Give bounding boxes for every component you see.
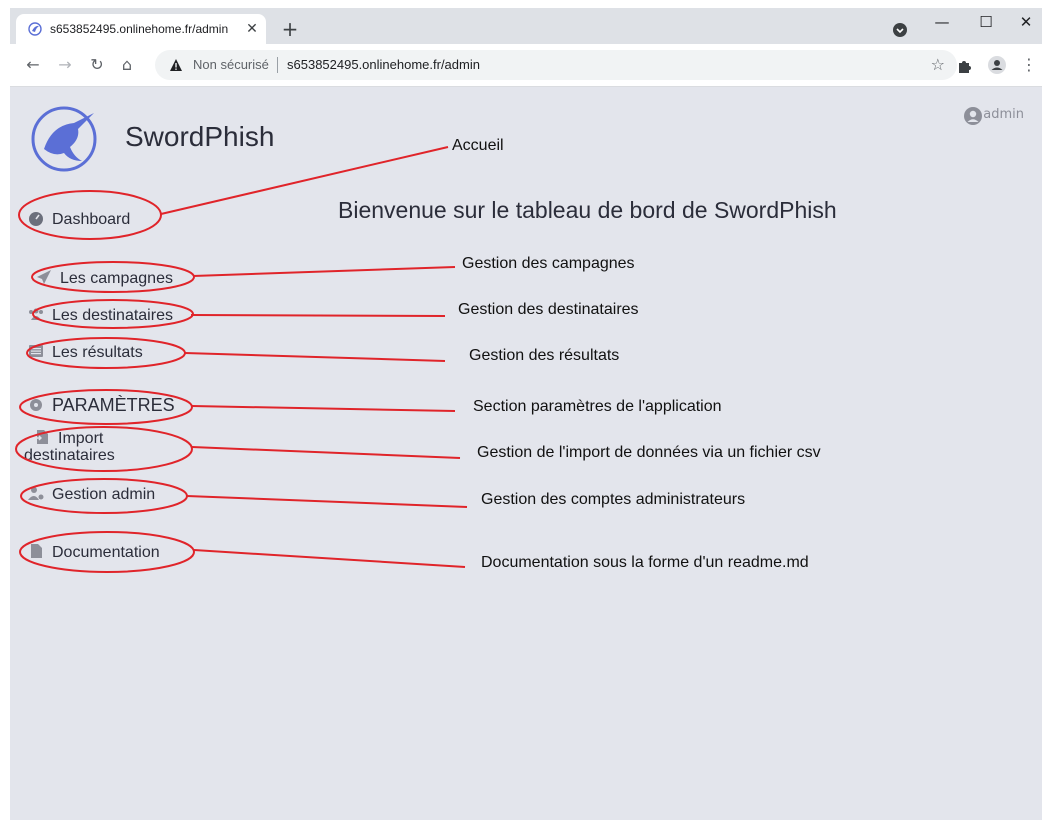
profile-avatar-icon[interactable] xyxy=(988,56,1006,74)
swordfish-logo-icon xyxy=(31,106,97,172)
paper-plane-icon xyxy=(37,270,51,284)
tab-search-icon[interactable] xyxy=(893,23,907,37)
annotation-settings: Section paramètres de l'application xyxy=(473,398,722,415)
users-icon xyxy=(29,308,43,320)
sidebar-item-label: Import xyxy=(58,430,104,447)
minimize-button[interactable]: — xyxy=(920,8,964,38)
sidebar-item-label: Les résultats xyxy=(52,344,143,361)
reload-icon[interactable]: ↻ xyxy=(86,54,108,76)
browser-toolbar: ← → ↻ ⌂ Non sécurisé s653852495.onlineho… xyxy=(10,44,1042,87)
sidebar-item-import[interactable]: Import destinataires xyxy=(24,429,115,464)
forward-arrow-icon[interactable]: → xyxy=(54,54,76,76)
annotation-campaigns: Gestion des campagnes xyxy=(462,255,635,272)
close-window-button[interactable]: ✕ xyxy=(1004,8,1042,38)
annotation-results: Gestion des résultats xyxy=(469,347,620,364)
browser-tab-strip: s653852495.onlinehome.fr/admin ✕ + — ☐ ✕ xyxy=(10,8,1042,44)
page-title: Bienvenue sur le tableau de bord de Swor… xyxy=(338,197,837,223)
sidebar-item-label: Les campagnes xyxy=(60,270,173,287)
gauge-icon xyxy=(29,212,43,226)
annotation-dashboard: Accueil xyxy=(452,137,504,154)
annotation-admin: Gestion des comptes administrateurs xyxy=(481,491,746,508)
tab-title: s653852495.onlinehome.fr/admin xyxy=(50,22,229,36)
page-content: SwordPhish admin Bienvenue sur le tablea… xyxy=(10,87,1042,820)
sidebar-section-label: PARAMÈTRES xyxy=(52,395,175,415)
address-separator xyxy=(277,57,278,73)
sidebar-item-documentation[interactable]: Documentation xyxy=(28,543,160,562)
tab-close-icon[interactable]: ✕ xyxy=(242,19,262,39)
address-bar[interactable]: Non sécurisé s653852495.onlinehome.fr/ad… xyxy=(155,50,957,80)
user-name[interactable]: admin xyxy=(983,107,1024,122)
sidebar-item-results[interactable]: Les résultats xyxy=(28,343,143,362)
file-import-icon xyxy=(35,430,48,444)
sidebar-item-admin[interactable]: Gestion admin xyxy=(28,485,155,504)
back-arrow-icon[interactable]: ← xyxy=(22,54,44,76)
browser-menu-icon[interactable]: ⋮ xyxy=(1018,54,1040,76)
home-icon[interactable]: ⌂ xyxy=(116,54,138,76)
not-secure-label: Non sécurisé xyxy=(193,57,269,72)
browser-tab[interactable]: s653852495.onlinehome.fr/admin ✕ xyxy=(16,14,266,44)
brand-name: SwordPhish xyxy=(125,121,275,152)
sidebar-item-label-line2: destinataires xyxy=(24,447,115,464)
extensions-icon[interactable] xyxy=(956,56,974,74)
warning-icon xyxy=(170,59,182,71)
annotation-import: Gestion de l'import de données via un fi… xyxy=(477,444,821,461)
user-avatar-icon[interactable] xyxy=(964,107,982,125)
sidebar-section-settings: PARAMÈTRES xyxy=(28,395,175,416)
new-tab-button[interactable]: + xyxy=(278,18,302,42)
sidebar-item-label: Les destinataires xyxy=(52,307,173,324)
list-icon xyxy=(29,345,43,357)
url-text[interactable]: s653852495.onlinehome.fr/admin xyxy=(287,57,480,72)
maximize-button[interactable]: ☐ xyxy=(964,8,1008,38)
cog-icon xyxy=(30,399,42,411)
sidebar-item-label: Dashboard xyxy=(52,211,131,228)
user-cog-icon xyxy=(28,487,44,500)
annotation-documentation: Documentation sous la forme d'un readme.… xyxy=(481,554,809,571)
site-favicon-icon xyxy=(28,22,42,36)
file-icon xyxy=(31,544,42,558)
sidebar-item-campaigns[interactable]: Les campagnes xyxy=(36,269,173,288)
annotation-recipients: Gestion des destinataires xyxy=(458,301,639,318)
sidebar-item-dashboard[interactable]: Dashboard xyxy=(28,210,130,229)
sidebar-item-recipients[interactable]: Les destinataires xyxy=(28,306,173,325)
sidebar-item-label: Gestion admin xyxy=(52,486,156,503)
bookmark-star-icon[interactable]: ☆ xyxy=(931,55,945,74)
sidebar-item-label: Documentation xyxy=(52,544,160,561)
